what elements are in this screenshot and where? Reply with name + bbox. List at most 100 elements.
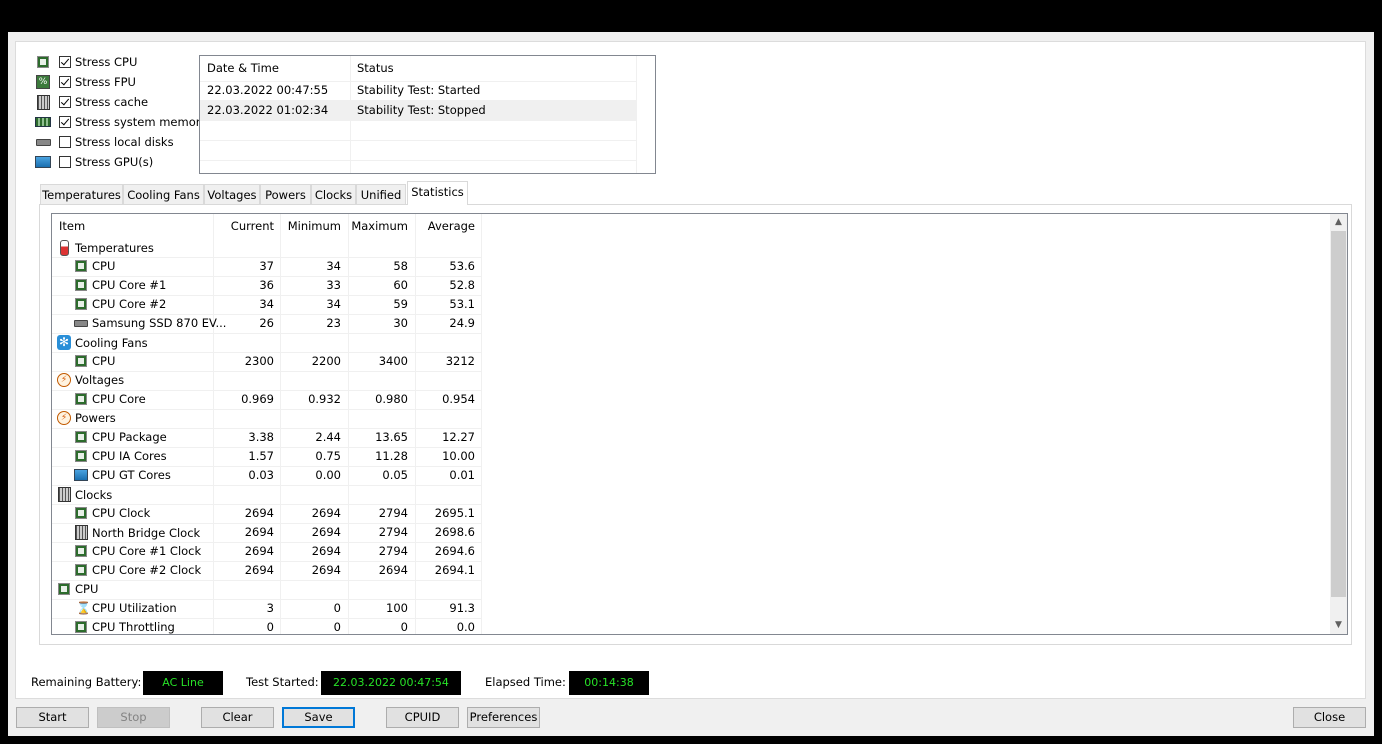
statistics-header: Item Current Minimum Maximum Average	[52, 214, 482, 237]
cell-minimum: 0	[333, 601, 341, 615]
group-row[interactable]: ⚡ Voltages	[52, 371, 482, 391]
stress-option[interactable]: Stress cache	[35, 92, 148, 112]
log-header-datetime[interactable]: Date & Time	[207, 61, 279, 75]
row-item: CPU Clock	[74, 506, 150, 520]
row-item: CPU	[74, 259, 115, 273]
cpu-chip-icon	[76, 565, 86, 575]
table-row[interactable]: CPU 2300 2200 3400 3212	[52, 352, 482, 372]
table-row[interactable]: Samsung SSD 870 EV... 26 23 30 24.9	[52, 314, 482, 334]
stress-checkbox[interactable]	[59, 156, 71, 168]
table-row[interactable]: CPU Package 3.38 2.44 13.65 12.27	[52, 428, 482, 448]
tab-cooling-fans[interactable]: Cooling Fans	[123, 184, 204, 204]
log-header-status[interactable]: Status	[357, 61, 394, 75]
stress-option-label[interactable]: Stress GPU(s)	[75, 155, 153, 169]
hourglass-icon: ⌛	[76, 601, 91, 615]
start-button[interactable]: Start	[16, 707, 89, 728]
table-row[interactable]: CPU GT Cores 0.03 0.00 0.05 0.01	[52, 466, 482, 486]
cell-current: 1.57	[248, 449, 274, 463]
scrollbar-thumb[interactable]	[1331, 231, 1346, 597]
cell-average: 2698.6	[434, 525, 475, 539]
save-button[interactable]: Save	[282, 707, 355, 728]
row-label: CPU Throttling	[92, 620, 175, 634]
cell-minimum: 23	[326, 316, 341, 330]
cell-minimum: 2694	[311, 525, 341, 539]
row-label: CPU Core #2 Clock	[92, 563, 202, 577]
cell-maximum: 11.28	[375, 449, 408, 463]
stress-option[interactable]: Stress CPU	[35, 52, 137, 72]
table-row[interactable]: CPU Core #2 34 34 59 53.1	[52, 295, 482, 315]
cell-maximum: 60	[393, 278, 408, 292]
tab-clocks[interactable]: Clocks	[311, 184, 356, 204]
close-button[interactable]: Close	[1293, 707, 1366, 728]
stress-checkbox[interactable]	[59, 116, 71, 128]
row-label: CPU	[75, 582, 99, 596]
group-row[interactable]: ✻ Cooling Fans	[52, 333, 482, 353]
table-row[interactable]: North Bridge Clock 2694 2694 2794 2698.6	[52, 523, 482, 543]
stress-checkbox[interactable]	[59, 96, 71, 108]
table-row[interactable]: ⌛ CPU Utilization 3 0 100 91.3	[52, 599, 482, 619]
table-row[interactable]: CPU Clock 2694 2694 2794 2695.1	[52, 504, 482, 524]
group-row[interactable]: CPU	[52, 580, 482, 600]
header-maximum[interactable]: Maximum	[348, 219, 408, 233]
stress-option[interactable]: Stress local disks	[35, 132, 174, 152]
cell-current: 26	[259, 316, 274, 330]
tab-temperatures[interactable]: Temperatures	[40, 184, 123, 204]
cpuid-button[interactable]: CPUID	[386, 707, 459, 728]
group-row[interactable]: Temperatures	[52, 238, 482, 258]
tab-statistics[interactable]: Statistics	[407, 181, 468, 205]
table-row[interactable]: CPU Core #2 Clock 2694 2694 2694 2694.1	[52, 561, 482, 581]
stress-option-label[interactable]: Stress system memory	[75, 115, 207, 129]
log-datetime: 22.03.2022 01:02:34	[207, 103, 329, 117]
cell-current: 3.38	[248, 430, 274, 444]
stress-option[interactable]: % Stress FPU	[35, 72, 136, 92]
row-item: CPU Package	[74, 430, 167, 444]
cell-average: 3212	[445, 354, 475, 368]
header-average[interactable]: Average	[415, 219, 475, 233]
preferences-button[interactable]: Preferences	[467, 707, 540, 728]
stress-option-icon-wrap	[35, 55, 51, 69]
table-row[interactable]: CPU Core 0.969 0.932 0.980 0.954	[52, 390, 482, 410]
stress-option-label[interactable]: Stress FPU	[75, 75, 136, 89]
header-current[interactable]: Current	[214, 219, 274, 233]
stress-option[interactable]: Stress GPU(s)	[35, 152, 153, 172]
cell-maximum: 0.980	[375, 392, 408, 406]
row-label: Samsung SSD 870 EV...	[92, 316, 227, 330]
row-item: ⚡ Powers	[57, 411, 116, 425]
cpu-chip-icon	[38, 57, 48, 67]
table-row[interactable]: CPU 37 34 58 53.6	[52, 257, 482, 277]
table-row[interactable]: CPU IA Cores 1.57 0.75 11.28 10.00	[52, 447, 482, 467]
stress-checkbox[interactable]	[59, 136, 71, 148]
group-row[interactable]: Clocks	[52, 485, 482, 505]
clear-button[interactable]: Clear	[201, 707, 274, 728]
row-item: CPU Core #2	[74, 297, 166, 311]
stress-option-label[interactable]: Stress CPU	[75, 55, 137, 69]
stress-checkbox[interactable]	[59, 76, 71, 88]
table-row[interactable]: CPU Core #1 Clock 2694 2694 2794 2694.6	[52, 542, 482, 562]
cell-average: 2694.6	[434, 544, 475, 558]
group-row[interactable]: ⚡ Powers	[52, 409, 482, 429]
stress-option[interactable]: Stress system memory	[35, 112, 207, 132]
tab-unified[interactable]: Unified	[356, 184, 406, 204]
stress-option-label[interactable]: Stress cache	[75, 95, 148, 109]
tab-powers[interactable]: Powers	[260, 184, 311, 204]
cell-maximum: 59	[393, 297, 408, 311]
tab-voltages[interactable]: Voltages	[204, 184, 260, 204]
stress-option-label[interactable]: Stress local disks	[75, 135, 174, 149]
table-row[interactable]: CPU Throttling 0 0 0 0.0	[52, 618, 482, 634]
log-row[interactable]: 22.03.2022 01:02:34 Stability Test: Stop…	[200, 100, 637, 121]
cpu-chip-icon	[76, 508, 86, 518]
row-label: CPU	[92, 354, 116, 368]
log-row-empty	[200, 120, 637, 141]
scroll-up-icon[interactable]: ▲	[1330, 214, 1347, 231]
stop-button[interactable]: Stop	[97, 707, 170, 728]
row-icon-wrap	[57, 584, 71, 594]
header-minimum[interactable]: Minimum	[281, 219, 341, 233]
table-row[interactable]: CPU Core #1 36 33 60 52.8	[52, 276, 482, 296]
log-row[interactable]: 22.03.2022 00:47:55 Stability Test: Star…	[200, 80, 637, 101]
scroll-down-icon[interactable]: ▼	[1330, 617, 1347, 634]
vertical-scrollbar[interactable]: ▲ ▼	[1330, 214, 1347, 634]
elapsed-time-label: Elapsed Time:	[485, 675, 566, 689]
stress-checkbox[interactable]	[59, 56, 71, 68]
row-item: CPU	[57, 582, 98, 596]
header-item[interactable]: Item	[59, 219, 85, 233]
